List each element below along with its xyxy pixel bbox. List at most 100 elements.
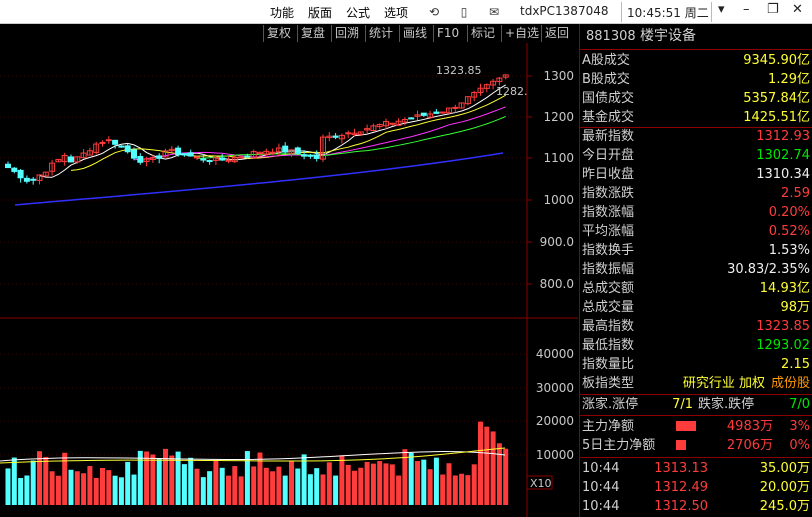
mail-icon[interactable]: ✉ [485,3,503,21]
tick-volume: 245.0万 [759,499,810,514]
phone-icon[interactable]: ▯ [455,3,473,21]
candle-body [112,139,119,145]
btn-adjust[interactable]: 复权 [263,25,294,42]
maximize-icon[interactable]: ❐ [767,2,779,17]
candle-body [452,106,459,109]
volume-bar [496,443,502,505]
volume-bar [358,467,364,505]
volume-bar [484,426,490,505]
volume-bar [389,464,395,505]
volume-bar [415,461,420,505]
menu-formula[interactable]: 公式 [346,4,370,21]
title-bar: 功能 版面 公式 选项 ⟲ ▯ ✉ tdxPC1387048 10:45:51 … [0,0,812,24]
high-price-label: 1323.85 [436,64,482,77]
quote-value: 1312.93 [756,129,810,144]
candle-body [175,147,182,156]
volume-bar [87,466,93,505]
volume-bar [169,455,175,505]
long-moving-average-line [14,152,504,206]
volume-bar [100,468,105,505]
price-tick-label: 1100 [543,151,574,165]
quote-row: 基金成交 1425.51亿 [580,108,812,127]
price-tick-label: 800.0 [540,277,574,291]
quote-value: 1.29亿 [768,72,810,87]
volume-bar [213,460,219,505]
candle-body [181,153,188,156]
menu-layout[interactable]: 版面 [308,4,332,21]
volume-ma-line [0,451,506,462]
volume-bar [282,475,288,505]
btn-backtrack[interactable]: 回溯 [331,25,362,42]
candle-body [194,156,200,159]
volume-bar [5,468,11,505]
volume-bar [226,475,231,505]
candle-body [30,178,37,181]
quote-value: 1310.34 [756,167,810,182]
constituents-link[interactable]: 成份股 [771,374,810,393]
flow-label: 主力净额 [582,419,635,434]
btn-stats[interactable]: 统计 [365,25,396,42]
menu-function[interactable]: 功能 [270,4,294,21]
volume-bar [370,463,376,505]
volume-tick-label: 10000 [536,448,574,462]
tick-time: 10:44 [582,499,620,514]
volume-bar [352,470,357,505]
volume-bar [452,475,458,505]
quote-value: 0.52% [768,224,810,239]
quote-label: 最低指数 [582,338,635,353]
candle-body [282,145,289,153]
host-id: tdxPC1387048 [520,4,609,18]
volume-bar [112,475,118,505]
candle-body [99,141,106,144]
candle-body [345,132,352,135]
quote-value: 1.53% [768,243,810,258]
volume-bar [314,468,320,505]
flow-bar [676,440,686,450]
volume-bar [68,469,74,505]
btn-replay[interactable]: 复盘 [297,25,328,42]
minimize-icon[interactable]: – [743,2,750,17]
btn-draw[interactable]: 画线 [399,25,430,42]
flow-row: 主力净额 4983万 3% [580,417,812,436]
quote-label: 指数换手 [582,243,635,258]
candle-body [124,145,131,153]
volume-bar [465,475,471,505]
quote-row: 昨日收盘 1310.34 [580,165,812,184]
quote-value: 9345.90亿 [743,53,810,68]
limit-row: 涨家.涨停 7/1 跌家.跌停 7/0 [580,395,812,414]
candle-body [11,167,18,172]
quote-row: 最高指数 1323.85 [580,317,812,336]
btn-add-watch[interactable]: +自选 [501,25,542,42]
volume-bar [270,471,276,505]
quote-label: 最新指数 [582,129,635,144]
btn-f10[interactable]: F10 [433,25,462,42]
volume-bar [49,471,55,505]
menu-dropdown-icon[interactable]: ▾ [718,2,725,17]
tick-time: 10:44 [582,461,620,476]
quote-row: A股成交 9345.90亿 [580,51,812,70]
candle-body [23,177,30,182]
type-value: 研究行业 加权 [682,376,765,391]
quote-row: 指数量比 2.15 [580,355,812,374]
candle-body [17,169,24,179]
index-name: 楼宇设备 [640,28,696,44]
candle-body [244,155,251,158]
btn-mark[interactable]: 标记 [467,25,498,42]
volume-bar [11,457,17,505]
refresh-icon[interactable]: ⟲ [425,3,443,21]
candle-body [225,159,232,162]
candle-body [238,156,245,159]
volume-bar [232,466,238,505]
candle-body [5,163,11,169]
close-icon[interactable]: ✕ [792,2,803,17]
quote-label: 指数涨幅 [582,205,635,220]
btn-back[interactable]: 返回 [541,25,572,42]
tick-price: 1312.50 [654,499,708,514]
quote-label: 昨日收盘 [582,167,635,182]
volume-bar [503,448,509,505]
volume-tick-label: 40000 [536,347,574,361]
volume-bar [175,451,181,505]
kline-chart[interactable]: 1300 1200 1100 1000 900.0 800.0 40000 30000 2000… [0,43,578,517]
menu-options[interactable]: 选项 [384,4,408,21]
tick-row: 10:44 1312.49 20.00万 [580,478,812,497]
